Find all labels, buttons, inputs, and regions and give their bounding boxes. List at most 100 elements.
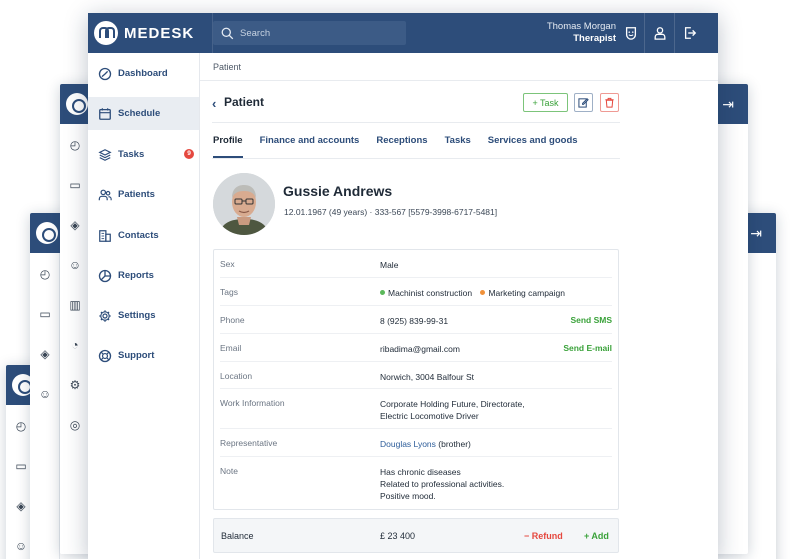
lifebuoy-icon [98, 349, 112, 362]
logo-mark-icon [94, 21, 118, 45]
send-sms-button[interactable]: Send SMS [570, 315, 612, 325]
sidebar-item-support[interactable]: Support [88, 339, 199, 372]
work-line-2: Electric Locomotive Driver [380, 411, 479, 421]
lifebuoy-icon: ◎ [69, 418, 81, 432]
gear-icon: ⚙ [69, 378, 81, 392]
layers-icon: ◈ [70, 218, 80, 232]
tag-dot-icon [480, 290, 486, 296]
calendar-icon [99, 107, 111, 120]
tag-label: Machinist construction [388, 288, 473, 298]
detail-label: Phone [220, 315, 245, 325]
sidebar-item-contacts[interactable]: Contacts [88, 219, 199, 252]
edit-button[interactable] [574, 93, 593, 112]
detail-label: Sex [220, 259, 235, 269]
sidebar-item-label: Support [118, 350, 155, 361]
detail-row-tags: Tags Machinist construction Marketing ca… [220, 278, 612, 306]
background-window-2-exit-icon: ⇥ [722, 96, 734, 112]
dashboard-icon [98, 67, 112, 80]
trash-icon [605, 97, 614, 108]
gear-icon [99, 309, 111, 322]
balance-value: £ 23 400 [380, 531, 416, 541]
background-window-3-sidebar: ◴ ▭ ◈ ☺ [30, 253, 60, 559]
sidebar-item-label: Settings [118, 310, 156, 321]
back-chevron-icon[interactable]: ‹ [212, 96, 216, 111]
add-task-button[interactable]: + Task [523, 93, 568, 112]
tag-dot-icon [380, 290, 385, 296]
sidebar-item-label: Patients [118, 189, 155, 200]
users-icon: ☺ [68, 258, 82, 272]
sidebar-item-label: Contacts [118, 230, 159, 241]
detail-value: Douglas Lyons (brother) [380, 438, 555, 450]
title-divider [212, 122, 620, 123]
profile-button[interactable] [644, 13, 674, 53]
tab-services-and-goods[interactable]: Services and goods [488, 135, 578, 158]
background-window-2-sidebar: ◴ ▭ ◈ ☺ ▥ ◔ ⚙ ◎ [60, 124, 90, 554]
detail-value: ribadima@gmail.com [380, 344, 460, 354]
tab-finance-and-accounts[interactable]: Finance and accounts [260, 135, 360, 158]
sidebar-item-label: Dashboard [118, 68, 168, 79]
sidebar-item-dashboard[interactable]: Dashboard [88, 57, 199, 90]
representative-relation: (brother) [438, 439, 471, 449]
patient-photo [213, 173, 275, 235]
detail-value: Has chronic diseases Related to professi… [380, 466, 555, 502]
tag-chip[interactable]: Marketing campaign [480, 288, 565, 298]
sidebar-item-schedule[interactable]: Schedule [88, 97, 199, 130]
sidebar-item-settings[interactable]: Settings [88, 299, 199, 332]
sidebar-item-label: Reports [118, 270, 154, 281]
pie-chart-icon [98, 269, 112, 282]
work-line-1: Corporate Holding Future, Directorate, [380, 399, 525, 409]
sidebar-item-patients[interactable]: Patients [88, 178, 199, 211]
detail-value-tags: Machinist construction Marketing campaig… [380, 287, 610, 299]
user-role: Therapist [573, 33, 616, 44]
sidebar-item-tasks[interactable]: Tasks 9 [88, 138, 199, 171]
detail-label: Location [220, 371, 253, 381]
add-balance-button[interactable]: + Add [584, 531, 609, 541]
mood-button[interactable] [616, 13, 646, 53]
dashboard-icon: ◴ [15, 419, 27, 433]
search-icon [221, 27, 234, 39]
sidebar-item-reports[interactable]: Reports [88, 259, 199, 292]
sidebar-item-label: Schedule [118, 108, 161, 119]
representative-link[interactable]: Douglas Lyons [380, 439, 436, 449]
breadcrumb-divider [200, 80, 718, 81]
search-input[interactable] [240, 27, 400, 39]
refund-button[interactable]: − Refund [524, 531, 563, 541]
delete-button[interactable] [600, 93, 619, 112]
main-window: MEDESK Thomas Morgan Therapist Dashboard… [88, 13, 718, 559]
detail-value: Norwich, 3004 Balfour St [380, 372, 475, 382]
tag-chip[interactable]: Machinist construction [380, 288, 472, 298]
layers-icon: ◈ [16, 499, 26, 513]
app-logo[interactable]: MEDESK [94, 21, 194, 45]
logout-icon [684, 27, 696, 39]
sidebar: Dashboard Schedule Tasks 9 Patients Cont… [88, 53, 200, 559]
tasks-count-badge: 9 [184, 149, 194, 159]
tab-profile[interactable]: Profile [213, 135, 243, 158]
detail-label: Note [220, 466, 238, 476]
detail-label: Email [220, 343, 242, 353]
detail-value: Corporate Holding Future, Directorate, E… [380, 398, 555, 422]
users-icon [98, 189, 112, 200]
detail-label: Tags [220, 287, 238, 297]
user-info[interactable]: Thomas Morgan Therapist [547, 21, 616, 45]
breadcrumb[interactable]: Patient [213, 62, 241, 72]
layers-icon [98, 148, 112, 161]
send-email-button[interactable]: Send E-mail [563, 343, 612, 353]
tab-receptions[interactable]: Receptions [376, 135, 427, 158]
tag-label: Marketing campaign [488, 288, 566, 298]
search-box[interactable] [213, 21, 406, 45]
detail-label: Work Information [220, 398, 285, 408]
tab-tasks[interactable]: Tasks [445, 135, 471, 158]
background-window-3-logo [36, 222, 58, 244]
tabs-divider [212, 158, 620, 159]
app-name: MEDESK [124, 24, 195, 42]
layers-icon: ◈ [40, 347, 50, 361]
sidebar-item-label: Tasks [118, 149, 145, 160]
patient-name: Gussie Andrews [283, 183, 393, 199]
dashboard-icon: ◴ [39, 267, 51, 281]
tab-bar: Profile Finance and accounts Receptions … [213, 135, 595, 158]
detail-row-representative: Representative Douglas Lyons (brother) [220, 429, 612, 457]
users-icon: ☺ [14, 539, 28, 553]
patient-meta: 12.01.1967 (49 years) · 333-567 [5579-39… [284, 207, 498, 217]
logout-button[interactable] [674, 13, 704, 53]
patient-avatar [213, 173, 275, 235]
